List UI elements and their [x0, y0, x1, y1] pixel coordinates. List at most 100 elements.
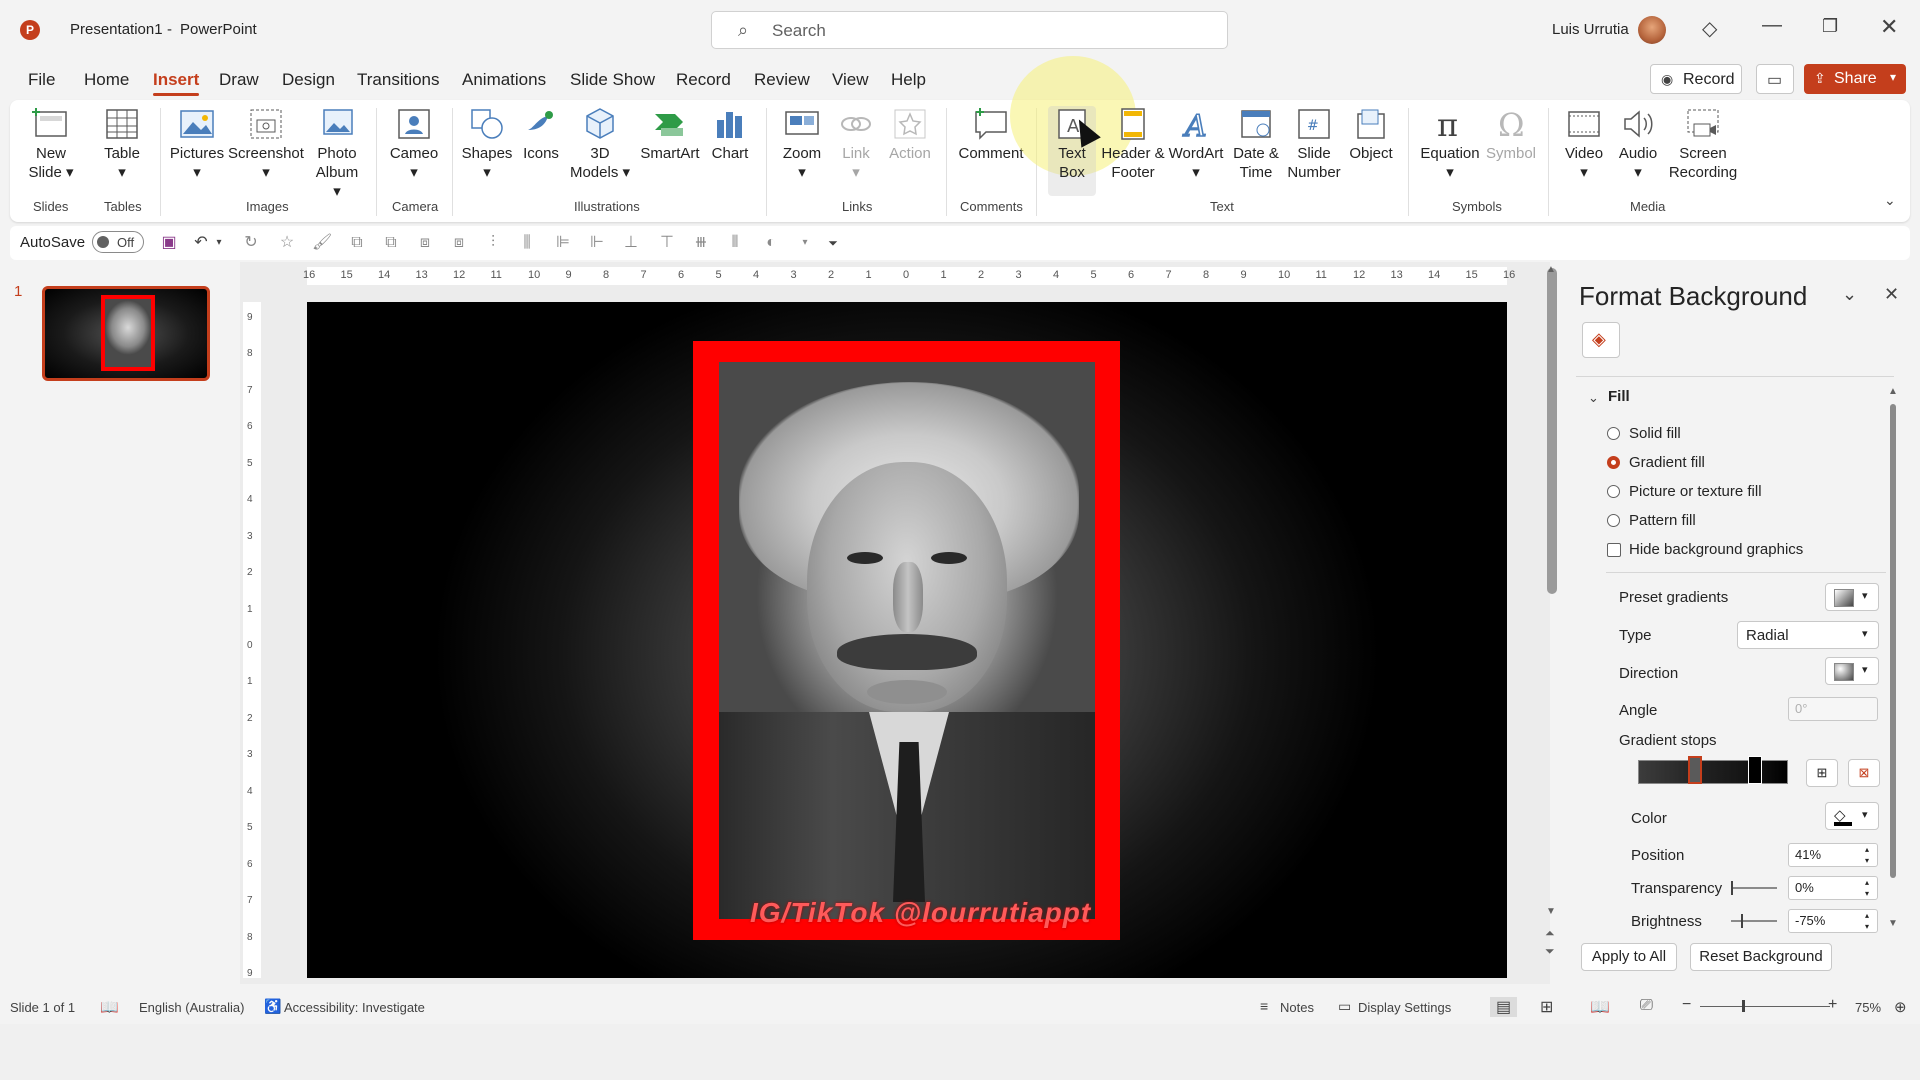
transparency-slider[interactable] [1731, 881, 1777, 895]
gradient-fill-label[interactable]: Gradient fill [1629, 454, 1705, 471]
align-middle-icon[interactable]: ⧻ [692, 234, 710, 252]
distribute-horizontal-icon[interactable]: ⫴ [726, 234, 744, 252]
solid-fill-radio[interactable] [1607, 427, 1620, 440]
angle-spinner[interactable]: 0° [1788, 697, 1878, 721]
hide-background-graphics-label[interactable]: Hide background graphics [1629, 541, 1803, 558]
fit-slide-icon[interactable]: ⊕ [1894, 998, 1907, 1016]
transparency-spinner[interactable]: 0% ▴ ▾ [1788, 876, 1878, 900]
tab-review[interactable]: Review [754, 70, 810, 90]
position-spinner[interactable]: 41% ▴ ▾ [1788, 843, 1878, 867]
tab-record[interactable]: Record [676, 70, 731, 90]
accessibility-icon[interactable]: ♿ [264, 998, 281, 1015]
action-button[interactable]: Action [884, 106, 936, 163]
notes-button[interactable]: Notes [1280, 1000, 1314, 1015]
ungroup-icon[interactable]: ⧈ [450, 234, 468, 252]
pane-scroll-up-icon[interactable]: ▲ [1888, 386, 1898, 397]
portrait-photo[interactable] [719, 362, 1095, 919]
apply-to-all-button[interactable]: Apply to All [1581, 943, 1677, 971]
audio-button[interactable]: Audio ▾ [1614, 106, 1662, 182]
pane-scroll-down-icon[interactable]: ▼ [1888, 918, 1898, 929]
autosave-toggle[interactable]: Off [92, 231, 144, 253]
zoom-button[interactable]: Zoom ▾ [776, 106, 828, 182]
tab-view[interactable]: View [832, 70, 869, 90]
group-objects-icon[interactable]: ⧈ [416, 234, 434, 252]
zoom-in-icon[interactable]: + [1828, 996, 1837, 1014]
zoom-out-icon[interactable]: − [1682, 996, 1691, 1014]
next-slide-icon[interactable]: ⏷ [1545, 944, 1555, 959]
picture-texture-fill-radio[interactable] [1607, 485, 1620, 498]
record-button[interactable]: ◉ Record [1650, 64, 1742, 94]
notes-icon[interactable]: ≡ [1260, 998, 1268, 1014]
accessibility-status[interactable]: Accessibility: Investigate [284, 1000, 425, 1015]
3d-models-button[interactable]: 3D Models ▾ [566, 106, 634, 182]
slide-show-icon[interactable]: ⎚ [1640, 997, 1653, 1015]
search-input[interactable]: ⌕ Search [711, 11, 1228, 49]
slide-sorter-icon[interactable]: ⊞ [1540, 997, 1553, 1017]
color-picker-dropdown[interactable]: ◇ ▾ [1825, 802, 1879, 830]
zoom-slider-thumb[interactable] [1742, 1000, 1745, 1012]
spinner-arrows-icon[interactable]: ▴ ▾ [1865, 877, 1869, 899]
scroll-up-icon[interactable]: ▲ [1546, 264, 1556, 275]
wordart-button[interactable]: A WordArt ▾ [1166, 106, 1226, 182]
zoom-level[interactable]: 75% [1855, 1000, 1881, 1015]
customize-qat-icon[interactable]: ⏷ [824, 234, 842, 252]
fill-tab-button[interactable]: ◈ [1582, 322, 1620, 358]
redo-icon[interactable]: ↻ [242, 234, 260, 252]
chart-button[interactable]: Chart [706, 106, 754, 163]
tab-animations[interactable]: Animations [462, 70, 546, 90]
photo-album-button[interactable]: Photo Album ▾ [310, 106, 364, 201]
ribbon-collapse-chevron-icon[interactable]: ⌄ [1884, 192, 1896, 209]
video-button[interactable]: Video ▾ [1560, 106, 1608, 182]
brightness-slider[interactable] [1731, 914, 1777, 928]
brightness-spinner[interactable]: -75% ▴ ▾ [1788, 909, 1878, 933]
tab-file[interactable]: File [28, 70, 55, 90]
spinner-arrows-icon[interactable]: ▴ ▾ [1865, 910, 1869, 932]
reading-view-icon[interactable]: 📖 [1590, 997, 1610, 1017]
avatar[interactable] [1638, 16, 1666, 44]
pane-close-icon[interactable]: ✕ [1884, 284, 1899, 305]
user-name[interactable]: Luis Urrutia [1552, 21, 1629, 38]
link-button[interactable]: Link ▾ [832, 106, 880, 182]
slide-number-button[interactable]: # Slide Number [1286, 106, 1342, 182]
smartart-button[interactable]: SmartArt [638, 106, 702, 163]
symbol-button[interactable]: Ω Symbol [1484, 106, 1538, 163]
screenshot-button[interactable]: Screenshot ▾ [226, 106, 306, 182]
zoom-slider[interactable] [1700, 1006, 1830, 1007]
restore-icon[interactable]: ❐ [1822, 16, 1838, 37]
close-icon[interactable]: ✕ [1880, 14, 1898, 40]
premium-diamond-icon[interactable]: ◇ [1702, 16, 1717, 41]
undo-dropdown-icon[interactable]: ▾ [210, 234, 228, 252]
slide-thumbnail[interactable] [42, 286, 210, 381]
gradient-stops-bar[interactable] [1638, 760, 1788, 784]
distribute-icon[interactable]: ⫼ [518, 234, 536, 252]
pictures-button[interactable]: Pictures ▾ [166, 106, 228, 182]
tab-draw[interactable]: Draw [219, 70, 259, 90]
spelling-book-icon[interactable]: 📖 [100, 998, 119, 1016]
fill-collapse-icon[interactable]: ⌄ [1588, 390, 1599, 406]
hide-background-graphics-checkbox[interactable] [1607, 543, 1621, 557]
date-time-button[interactable]: Date & Time [1228, 106, 1284, 182]
share-button[interactable]: ⇪ Share ▾ [1804, 64, 1906, 94]
object-button[interactable]: Object [1344, 106, 1398, 163]
type-dropdown[interactable]: Radial ▾ [1737, 621, 1879, 649]
fill-section-header[interactable]: Fill [1608, 388, 1630, 405]
screen-recording-button[interactable]: Screen Recording [1666, 106, 1740, 182]
shapes-button[interactable]: Shapes ▾ [460, 106, 514, 182]
align-top-icon[interactable]: ⊤ [658, 234, 676, 252]
reset-background-button[interactable]: Reset Background [1690, 943, 1832, 971]
equation-button[interactable]: π Equation ▾ [1416, 106, 1484, 182]
scroll-down-icon[interactable]: ▼ [1546, 906, 1556, 917]
spinner-arrows-icon[interactable]: ▴ ▾ [1865, 844, 1869, 866]
gradient-stop-handle[interactable] [1748, 756, 1762, 784]
tab-slide-show[interactable]: Slide Show [570, 70, 655, 90]
direction-dropdown[interactable]: ▾ [1825, 657, 1879, 685]
minimize-icon[interactable]: — [1762, 14, 1782, 37]
star-icon[interactable]: ☆ [278, 234, 296, 252]
align-center-icon[interactable]: ⫶ [484, 234, 502, 252]
normal-view-icon[interactable]: ▤ [1490, 997, 1518, 1017]
tab-transitions[interactable]: Transitions [357, 70, 440, 90]
undo-icon[interactable]: ↶ [192, 234, 210, 252]
tab-help[interactable]: Help [891, 70, 926, 90]
tab-home[interactable]: Home [84, 70, 129, 90]
new-slide-button[interactable]: New Slide ▾ [22, 106, 80, 182]
